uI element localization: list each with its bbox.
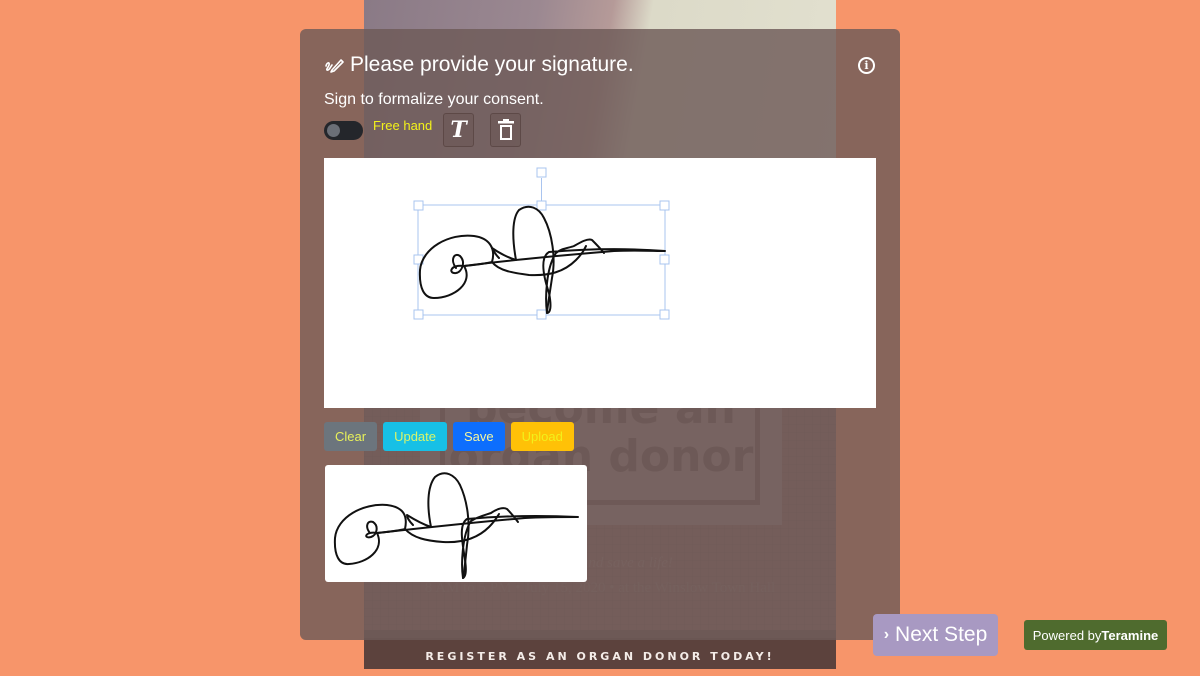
powered-by-prefix: Powered by: [1032, 627, 1102, 643]
modal-title: Please provide your signature.: [324, 53, 634, 77]
preview-strokes: [333, 472, 579, 579]
signature-canvas[interactable]: [324, 158, 876, 408]
powered-by-badge[interactable]: Powered by Teramine: [1024, 620, 1167, 650]
signature-preview: [325, 465, 587, 582]
resize-handle-tm[interactable]: [536, 200, 547, 211]
powered-by-brand: Teramine: [1101, 627, 1159, 643]
info-icon[interactable]: i: [858, 57, 875, 74]
next-step-button[interactable]: › Next Step: [873, 614, 998, 656]
chevron-right-icon: ›: [883, 626, 890, 643]
resize-handle-mr[interactable]: [659, 254, 670, 265]
toggle-knob: [327, 124, 340, 137]
signature-preview-drawing: [333, 472, 579, 579]
update-button[interactable]: Update: [383, 422, 447, 451]
resize-handle-tl[interactable]: [413, 200, 424, 211]
resize-handle-br[interactable]: [659, 309, 670, 320]
text-T-icon: T: [450, 117, 467, 143]
save-button[interactable]: Save: [453, 422, 505, 451]
rotate-handle[interactable]: [536, 167, 547, 178]
clear-button[interactable]: Clear: [324, 422, 378, 451]
modal-subtitle: Sign to formalize your consent.: [324, 91, 544, 108]
upload-button[interactable]: Upload: [510, 422, 574, 451]
selection-box: [417, 178, 666, 316]
resize-handle-bl[interactable]: [413, 309, 424, 320]
selection-outline: [417, 204, 666, 316]
delete-tool-button[interactable]: [490, 113, 521, 147]
resize-handle-tr[interactable]: [659, 200, 670, 211]
free-hand-toggle[interactable]: [324, 121, 363, 140]
modal-title-text: Please provide your signature.: [350, 53, 634, 76]
signature-modal: Please provide your signature. i Sign to…: [300, 29, 900, 640]
text-tool-button[interactable]: T: [443, 113, 474, 147]
signature-strokes: [418, 205, 666, 314]
resize-handle-bm[interactable]: [536, 309, 547, 320]
signature-icon: [325, 59, 344, 73]
next-step-label: Next Step: [895, 623, 988, 646]
action-buttons: Clear Update Save Upload: [324, 422, 574, 451]
free-hand-label: Free hand: [373, 118, 433, 133]
trash-icon: [497, 119, 514, 140]
signature-drawing: [413, 167, 670, 320]
